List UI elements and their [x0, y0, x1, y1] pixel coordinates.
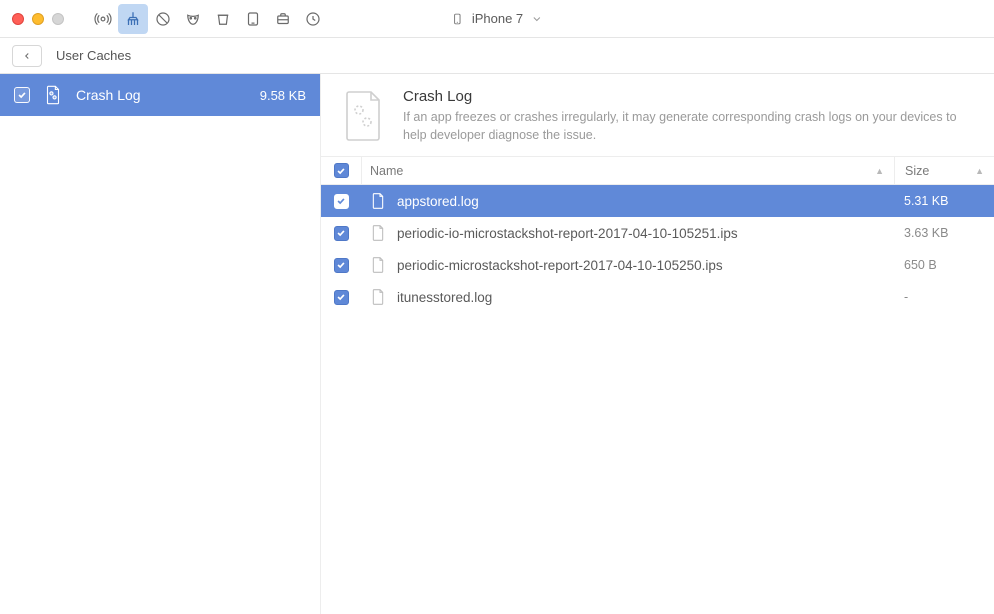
sidebar: Crash Log 9.58 KB	[0, 74, 320, 614]
column-header-size[interactable]: Size ▲	[894, 157, 994, 184]
close-window-button[interactable]	[12, 13, 24, 25]
sidebar-item-label: Crash Log	[76, 87, 248, 103]
row-checkbox[interactable]	[334, 290, 349, 305]
breadcrumb: User Caches	[0, 38, 994, 74]
file-size: 5.31 KB	[894, 194, 994, 208]
row-checkbox[interactable]	[334, 194, 349, 209]
broadcast-icon[interactable]	[88, 4, 118, 34]
trash-icon[interactable]	[208, 4, 238, 34]
table-row[interactable]: itunesstored.log-	[321, 281, 994, 313]
block-icon[interactable]	[148, 4, 178, 34]
sort-asc-icon: ▲	[875, 166, 894, 176]
toolbar	[88, 4, 328, 34]
file-icon	[369, 191, 387, 211]
tablet-icon[interactable]	[238, 4, 268, 34]
file-size: 3.63 KB	[894, 226, 994, 240]
column-header-name[interactable]: Name ▲	[361, 157, 894, 184]
back-button[interactable]	[12, 45, 42, 67]
phone-icon	[451, 10, 464, 28]
maximize-window-button[interactable]	[52, 13, 64, 25]
file-icon	[369, 223, 387, 243]
table-header: Name ▲ Size ▲	[321, 157, 994, 185]
row-checkbox[interactable]	[334, 258, 349, 273]
chevron-left-icon	[22, 51, 32, 61]
detail-header: Crash Log If an app freezes or crashes i…	[321, 74, 994, 157]
sort-asc-icon: ▲	[975, 166, 994, 176]
page-title: User Caches	[56, 48, 131, 63]
sidebar-item-size: 9.58 KB	[260, 88, 306, 103]
device-name: iPhone 7	[472, 11, 523, 26]
content-pane: Crash Log If an app freezes or crashes i…	[320, 74, 994, 614]
titlebar: iPhone 7	[0, 0, 994, 38]
file-icon	[369, 287, 387, 307]
history-icon[interactable]	[298, 4, 328, 34]
file-size: 650 B	[894, 258, 994, 272]
select-all-checkbox[interactable]	[334, 163, 349, 178]
document-icon	[42, 84, 64, 106]
file-size: -	[894, 290, 994, 304]
file-name: appstored.log	[397, 194, 894, 209]
main-area: Crash Log 9.58 KB Crash Log If an app fr…	[0, 74, 994, 614]
briefcase-icon[interactable]	[268, 4, 298, 34]
file-name: itunesstored.log	[397, 290, 894, 305]
table-row[interactable]: periodic-microstackshot-report-2017-04-1…	[321, 249, 994, 281]
table-body: appstored.log5.31 KB periodic-io-microsta…	[321, 185, 994, 313]
detail-description: If an app freezes or crashes irregularly…	[403, 109, 976, 144]
detail-header-icon	[339, 88, 387, 144]
mask-icon[interactable]	[178, 4, 208, 34]
device-picker[interactable]: iPhone 7	[441, 6, 553, 32]
minimize-window-button[interactable]	[32, 13, 44, 25]
table-row[interactable]: appstored.log5.31 KB	[321, 185, 994, 217]
row-checkbox[interactable]	[334, 226, 349, 241]
clean-icon[interactable]	[118, 4, 148, 34]
detail-title: Crash Log	[403, 88, 976, 105]
file-name: periodic-microstackshot-report-2017-04-1…	[397, 258, 894, 273]
sidebar-item-crash-log[interactable]: Crash Log 9.58 KB	[0, 74, 320, 116]
file-name: periodic-io-microstackshot-report-2017-0…	[397, 226, 894, 241]
table-row[interactable]: periodic-io-microstackshot-report-2017-0…	[321, 217, 994, 249]
window-controls	[12, 13, 64, 25]
chevron-down-icon	[531, 13, 543, 25]
file-icon	[369, 255, 387, 275]
category-checkbox[interactable]	[14, 87, 30, 103]
